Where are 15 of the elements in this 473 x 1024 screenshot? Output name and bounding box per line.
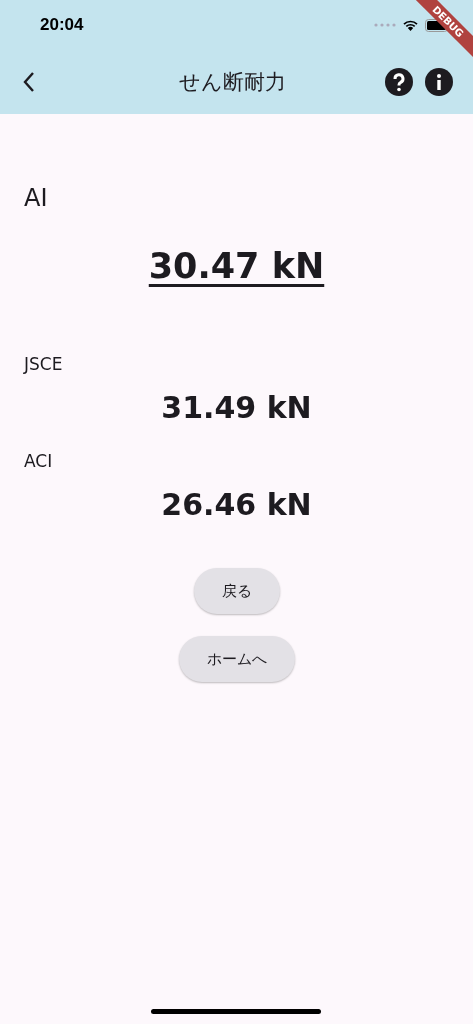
result-label: JSCE — [24, 354, 63, 374]
result-value: 30.47 kN — [148, 246, 325, 286]
result-label: AI — [24, 184, 48, 212]
app-bar-title: せん断耐力 — [178, 69, 287, 96]
help-icon — [385, 68, 413, 96]
result-value: 31.49 kN — [161, 390, 312, 425]
chevron-left-icon — [22, 71, 36, 93]
signal-icon — [374, 23, 396, 27]
nav-button[interactable]: 戻る — [193, 568, 280, 614]
result-label: ACI — [24, 451, 53, 471]
info-icon — [425, 68, 453, 96]
wifi-icon — [402, 19, 419, 31]
result-value: 26.46 kN — [161, 487, 312, 522]
status-time: 20:04 — [40, 15, 84, 35]
nav-button[interactable]: ホームへ — [178, 636, 295, 682]
